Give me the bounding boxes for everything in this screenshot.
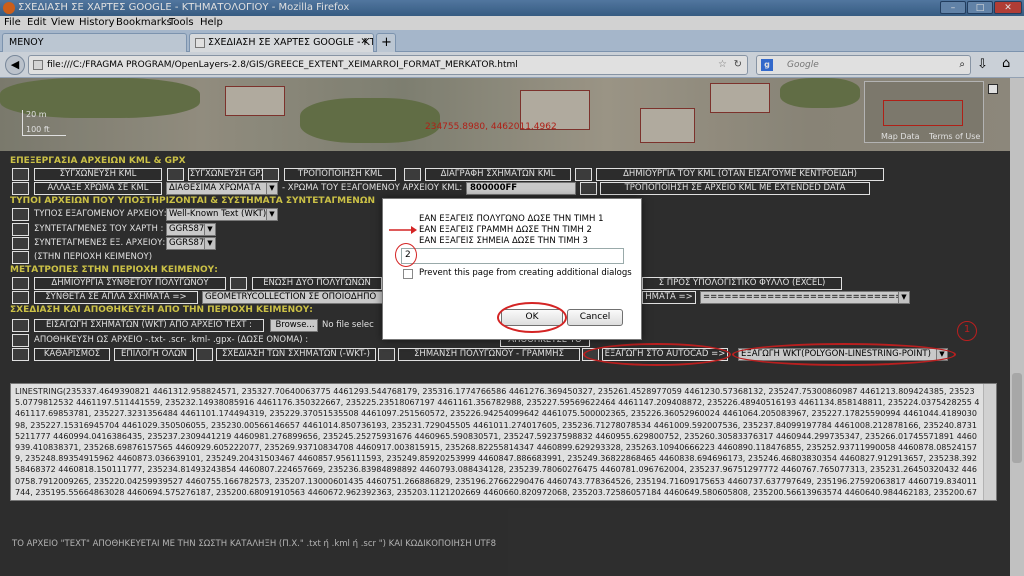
prevent-dialogs-checkbox[interactable] — [403, 269, 413, 279]
prompt-input[interactable]: 2 — [401, 248, 624, 264]
prevent-dialogs-label: Prevent this page from creating addition… — [419, 268, 632, 278]
cancel-button[interactable]: Cancel — [567, 309, 623, 326]
message-line-points: ΕΑΝ ΕΞΑΓΕΙΣ ΣΗΜΕΙΑ ΔΩΣΕ ΤΗΝ ΤΙΜΗ 3 — [419, 236, 588, 246]
annotation-ring-ok — [497, 302, 567, 333]
arrow-right-icon — [389, 226, 417, 234]
prompt-dialog: ΕΑΝ ΕΞΑΓΕΙΣ ΠΟΛΥΓΩΝΟ ΔΩΣΕ ΤΗΝ ΤΙΜΗ 1 ΕΑΝ… — [382, 198, 642, 340]
annotation-ring-input — [395, 243, 417, 267]
message-line-polygon: ΕΑΝ ΕΞΑΓΕΙΣ ΠΟΛΥΓΩΝΟ ΔΩΣΕ ΤΗΝ ΤΙΜΗ 1 — [419, 214, 604, 224]
message-line-line: ΕΑΝ ΕΞΑΓΕΙΣ ΓΡΑΜΜΗ ΔΩΣΕ ΤΗΝ ΤΙΜΗ 2 — [419, 225, 592, 235]
dialog-message: ΕΑΝ ΕΞΑΓΕΙΣ ΠΟΛΥΓΩΝΟ ΔΩΣΕ ΤΗΝ ΤΙΜΗ 1 ΕΑΝ… — [419, 214, 604, 247]
